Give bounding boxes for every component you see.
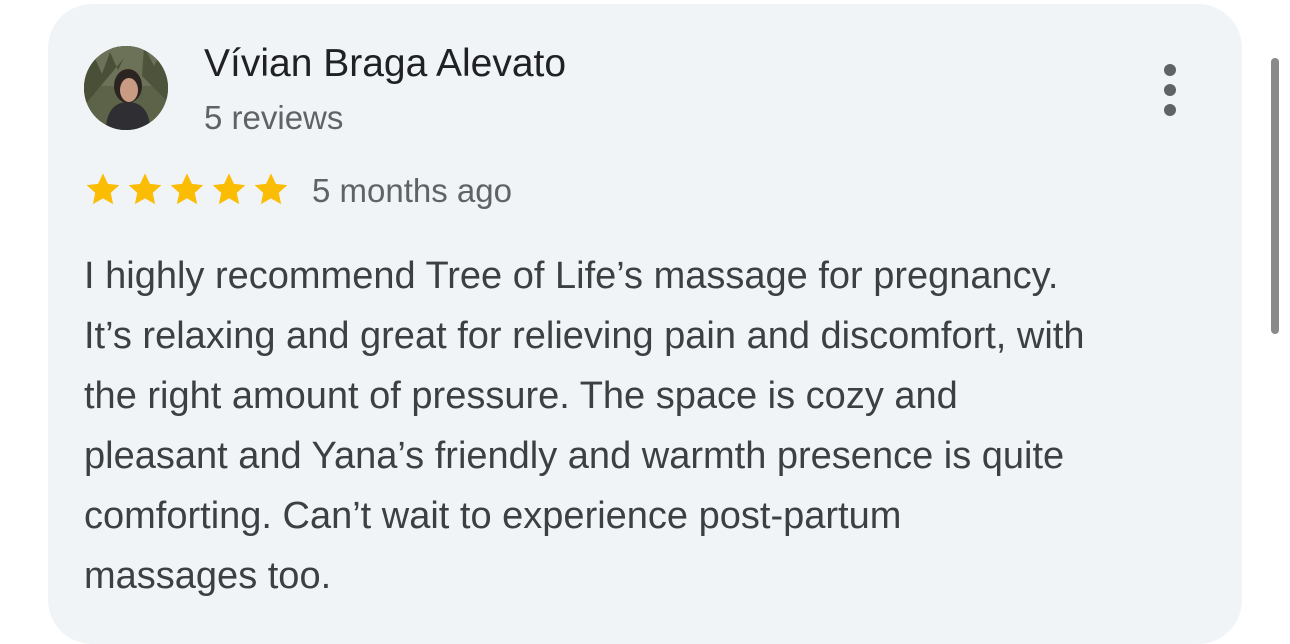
review-text-line: massages too. [84,555,332,597]
review-text-line: I highly recommend Tree of Life’s massag… [84,255,1059,297]
review-time: 5 months ago [312,172,512,209]
star-icon [212,173,246,205]
scrollbar[interactable] [1271,58,1279,334]
author-name[interactable]: Vívian Braga Alevato [204,42,566,86]
star-icon [128,173,162,205]
review-text-line: comforting. Can’t wait to experience pos… [84,495,902,537]
star-icon [86,173,120,205]
author-avatar[interactable] [84,46,168,130]
star-icon [170,173,204,205]
review-text-line: It’s relaxing and great for relieving pa… [84,315,1085,357]
review-text-line: the right amount of pressure. The space … [84,375,958,417]
review-text: I highly recommend Tree of Life’s massag… [84,246,1214,606]
review-text-line: pleasant and Yana’s friendly and warmth … [84,435,1065,477]
author-review-count: 5 reviews [204,99,344,136]
star-icon [254,173,288,205]
more-vert-icon[interactable] [1152,60,1188,120]
star-rating [84,171,290,209]
